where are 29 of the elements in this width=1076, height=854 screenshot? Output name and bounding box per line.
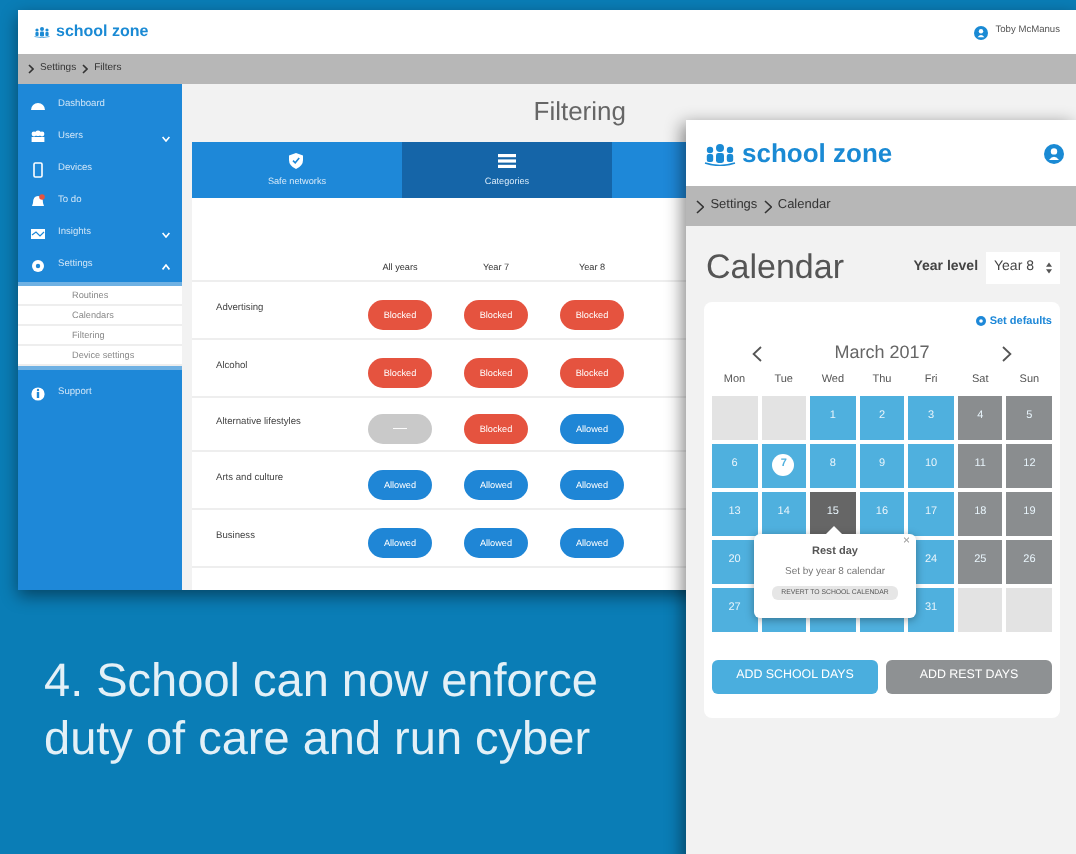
logo-text: school zone [56,20,149,44]
chevron-down-icon [162,135,170,141]
user-icon[interactable] [1044,143,1064,163]
user-icon[interactable] [973,25,988,39]
chevron-right-icon[interactable] [1002,345,1012,361]
chevron-right-icon [763,199,772,213]
chevron-right-icon [28,64,34,74]
chevron-right-icon [82,64,89,74]
chart-icon [30,226,46,242]
shield-icon [288,151,306,170]
page-title: Calendar [706,246,846,290]
dashboard-icon [30,98,46,114]
page-title: Filtering [531,94,628,130]
sort-arrows-icon [1046,261,1052,274]
chevron-down-icon [162,231,170,237]
people-logo-icon [34,26,50,38]
caption-text: 4. School can now enforce duty of care and run cyber [44,652,598,767]
logo-text: school zone [742,135,893,172]
chevron-right-icon [696,199,705,213]
gear-icon [975,316,986,327]
settings-icon [30,258,46,274]
phone-icon [30,162,46,178]
chevron-left-icon[interactable] [752,345,762,361]
help-icon [30,386,46,402]
people-logo-icon [704,141,736,165]
list-icon [498,151,516,170]
chevron-up-icon [162,263,170,269]
month-title: March 2017 [834,339,930,366]
bell-alert-icon [30,194,46,210]
